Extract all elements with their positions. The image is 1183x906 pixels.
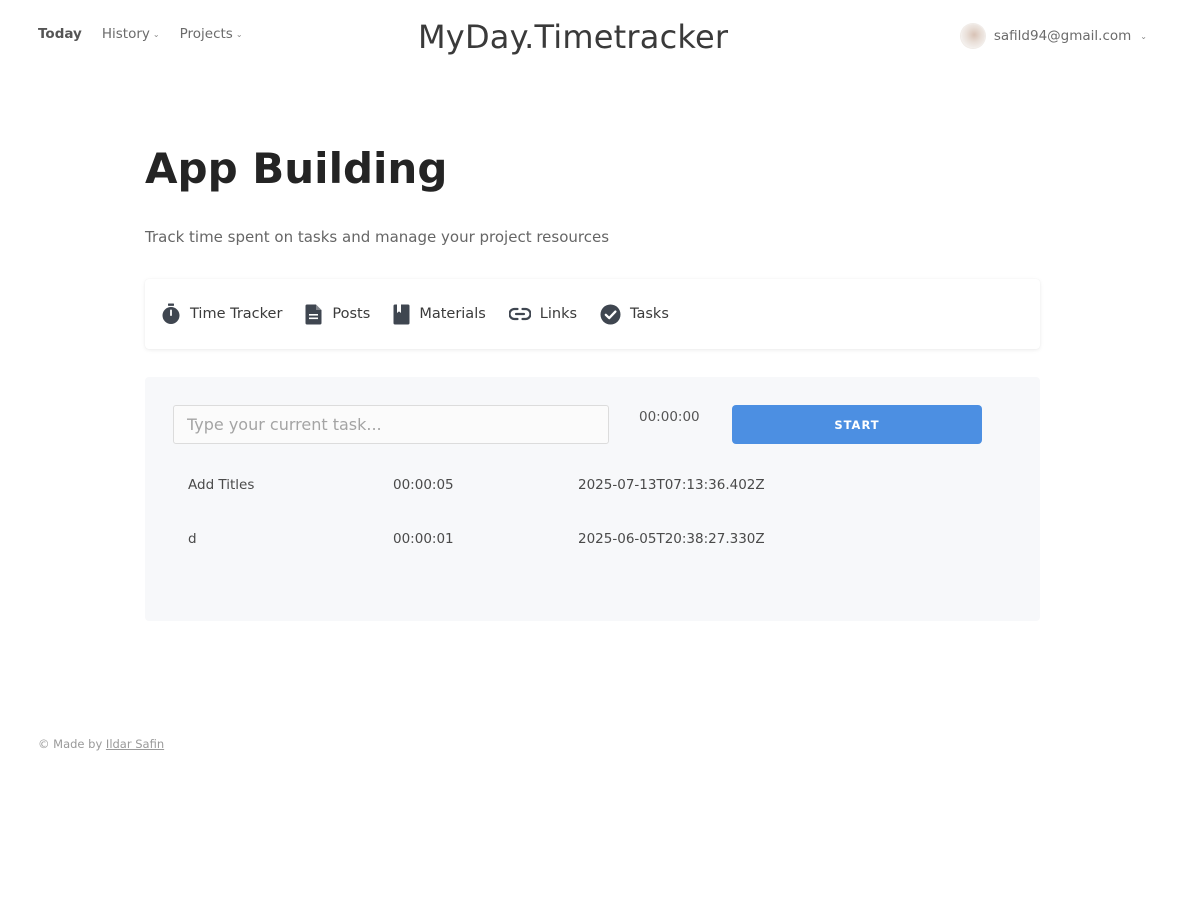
author-link[interactable]: Ildar Safin [106, 737, 164, 751]
book-icon [393, 304, 410, 324]
table-row: Add Titles 00:00:05 2025-07-13T07:13:36.… [188, 477, 888, 497]
user-email: safild94@gmail.com [993, 28, 1132, 44]
start-button[interactable]: START [732, 405, 982, 444]
table-row: d 00:00:01 2025-06-05T20:38:27.330Z [188, 531, 888, 551]
chevron-down-icon: ⌄ [1140, 31, 1147, 41]
link-icon [508, 307, 531, 321]
avatar [960, 24, 985, 48]
nav-today[interactable]: Today [38, 26, 82, 42]
tab-time-tracker[interactable]: Time Tracker [161, 303, 282, 325]
page-title: App Building [145, 144, 448, 193]
timer-display: 00:00:00 [639, 409, 700, 425]
tab-label: Time Tracker [190, 306, 283, 322]
top-nav: Today History ⌄ Projects ⌄ [38, 26, 263, 42]
tab-materials[interactable]: Materials [393, 304, 486, 325]
tab-posts[interactable]: Posts [305, 304, 370, 325]
nav-history[interactable]: History ⌄ [102, 26, 160, 42]
check-circle-icon [600, 304, 621, 324]
tab-label: Links [539, 306, 578, 322]
entry-duration: 00:00:05 [393, 477, 454, 493]
footer: © Made by Ildar Safin [38, 737, 164, 751]
nav-today-label: Today [38, 26, 82, 42]
tab-links[interactable]: Links [508, 306, 578, 322]
footer-prefix: © Made by [38, 737, 106, 751]
tab-label: Materials [419, 306, 486, 322]
tab-label: Tasks [630, 306, 669, 322]
nav-projects[interactable]: Projects ⌄ [180, 26, 243, 42]
time-tracker-panel: 00:00:00 START Add Titles 00:00:05 2025-… [145, 377, 1040, 621]
document-icon [305, 304, 322, 324]
project-tabs: Time Tracker Posts Materials Links Tasks [145, 279, 1040, 349]
nav-projects-label: Projects [179, 26, 233, 42]
entry-timestamp: 2025-07-13T07:13:36.402Z [578, 477, 765, 493]
entry-duration: 00:00:01 [393, 531, 454, 547]
app-brand[interactable]: MyDay.Timetracker [418, 18, 728, 56]
entry-task: Add Titles [188, 477, 255, 493]
task-input[interactable] [173, 405, 609, 444]
tab-tasks[interactable]: Tasks [600, 304, 669, 325]
entry-timestamp: 2025-06-05T20:38:27.330Z [578, 531, 765, 547]
entry-task: d [188, 531, 197, 547]
stopwatch-icon [162, 303, 180, 324]
page-subtitle: Track time spent on tasks and manage you… [145, 228, 610, 246]
user-menu[interactable]: safild94@gmail.com ⌄ [960, 24, 1147, 48]
chevron-down-icon: ⌄ [235, 29, 243, 39]
tab-label: Posts [332, 306, 371, 322]
nav-history-label: History [101, 26, 150, 42]
chevron-down-icon: ⌄ [152, 29, 160, 39]
